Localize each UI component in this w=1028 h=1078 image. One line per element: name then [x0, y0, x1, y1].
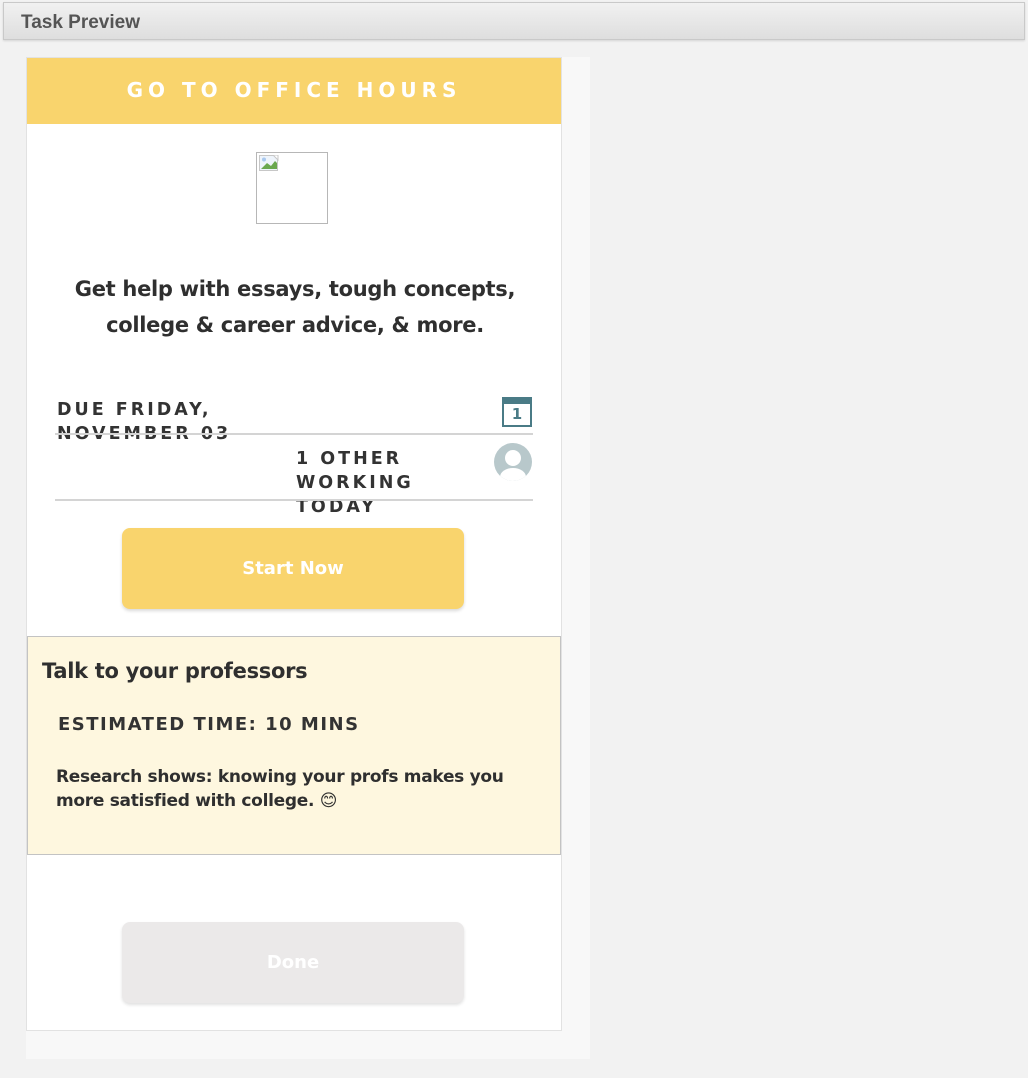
others-working-line: WORKING	[296, 473, 414, 493]
info-text: Research shows: knowing your profs makes…	[56, 767, 504, 811]
others-working-line: 1 OTHER	[296, 449, 403, 469]
start-now-button[interactable]: Start Now	[122, 528, 464, 609]
task-description: Get help with essays, tough concepts, co…	[74, 277, 516, 337]
window-title: Task Preview	[21, 12, 141, 33]
due-date-line: DUE FRIDAY,	[57, 400, 212, 420]
avatar-icon	[494, 443, 532, 481]
task-card: GO TO OFFICE HOURS Get help with essays,…	[26, 57, 562, 1031]
task-header: GO TO OFFICE HOURS	[27, 58, 561, 124]
due-date: DUE FRIDAY, NOVEMBER 03	[57, 398, 231, 446]
window-titlebar: Task Preview	[3, 2, 1025, 40]
info-title: Talk to your professors	[42, 659, 308, 683]
calendar-icon-day: 1	[511, 405, 523, 423]
done-button[interactable]: Done	[122, 922, 464, 1003]
calendar-icon: 1	[502, 397, 532, 427]
info-panel: Talk to your professors ESTIMATED TIME: …	[27, 636, 561, 855]
estimated-time: ESTIMATED TIME: 10 MINS	[58, 714, 360, 735]
broken-image-icon	[256, 152, 328, 224]
divider	[55, 499, 533, 501]
calendar-icon-bar	[504, 399, 530, 404]
divider	[55, 433, 533, 435]
task-title: GO TO OFFICE HOURS	[126, 78, 462, 102]
others-working: 1 OTHER WORKING TODAY	[296, 447, 414, 519]
